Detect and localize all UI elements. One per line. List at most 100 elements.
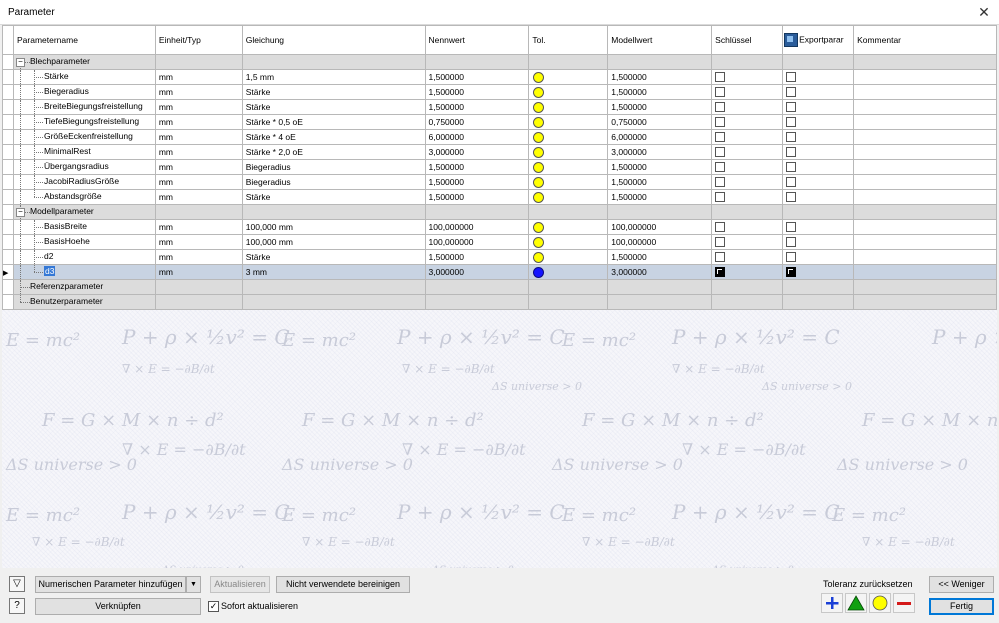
nominal-cell[interactable]: 1,500000 — [424, 84, 530, 100]
model-value-cell[interactable] — [607, 54, 713, 70]
model-value-cell[interactable]: 1,500000 — [607, 174, 713, 190]
parameter-name-cell[interactable]: Referenzparameter — [12, 279, 156, 295]
column-header-export[interactable]: Exportparar — [782, 25, 855, 55]
parameter-name-cell[interactable]: Biegeradius — [12, 84, 156, 100]
tolerance-cell[interactable] — [528, 204, 609, 220]
comment-cell[interactable] — [853, 54, 997, 70]
nominal-cell[interactable] — [424, 294, 530, 310]
model-value-cell[interactable] — [607, 204, 713, 220]
row-header[interactable] — [2, 54, 14, 70]
model-value-cell[interactable]: 1,500000 — [607, 84, 713, 100]
key-cell[interactable] — [711, 159, 784, 175]
row-header[interactable] — [2, 204, 14, 220]
tolerance-yellow-icon[interactable] — [533, 87, 545, 98]
row-header[interactable] — [2, 69, 14, 85]
key-cell[interactable] — [711, 84, 784, 100]
less-button[interactable]: << Weniger — [929, 576, 994, 593]
model-value-cell[interactable]: 6,000000 — [607, 129, 713, 145]
unit-cell[interactable]: mm — [154, 69, 243, 85]
unit-cell[interactable] — [154, 279, 243, 295]
nominal-cell[interactable]: 1,500000 — [424, 159, 530, 175]
export-checkbox[interactable] — [786, 147, 797, 158]
key-checkbox[interactable] — [715, 147, 726, 158]
purge-unused-button[interactable]: Nicht verwendete bereinigen — [276, 576, 410, 593]
export-checkbox[interactable] — [786, 162, 797, 173]
parameter-name-cell[interactable]: Abstandsgröße — [12, 189, 156, 205]
parameter-row[interactable]: BreiteBiegungsfreistellung mm Stärke 1,5000… — [2, 99, 997, 115]
column-header-comment[interactable]: Kommentar — [853, 25, 997, 55]
comment-cell[interactable] — [853, 204, 997, 220]
collapse-icon[interactable]: − — [15, 58, 25, 67]
parameter-name-cell[interactable]: GrößeEckenfreistellung — [12, 129, 156, 145]
parameter-name-edit[interactable]: d3 — [43, 266, 56, 276]
key-cell[interactable] — [711, 129, 784, 145]
column-header-unit[interactable]: Einheit/Typ — [154, 25, 243, 55]
column-header-equation[interactable]: Gleichung — [241, 25, 426, 55]
key-checkbox[interactable] — [715, 162, 726, 173]
key-cell[interactable] — [711, 99, 784, 115]
key-cell[interactable] — [711, 249, 784, 265]
row-header[interactable] — [2, 249, 14, 265]
model-value-cell[interactable]: 1,500000 — [607, 99, 713, 115]
comment-cell[interactable] — [853, 144, 997, 160]
help-icon[interactable]: ? — [9, 598, 25, 614]
comment-cell[interactable] — [853, 189, 997, 205]
parameter-row[interactable]: BasisBreite mm 100,000 mm 100,000000 100,000… — [2, 219, 997, 235]
equation-cell[interactable]: 100,000 mm — [241, 234, 426, 250]
unit-cell[interactable]: mm — [154, 234, 243, 250]
equation-cell[interactable]: Stärke * 0,5 oE — [241, 114, 426, 130]
parameter-name-cell[interactable]: BasisHoehe — [12, 234, 156, 250]
parameter-row[interactable]: ▶ d3 mm 3 mm 3,000000 3,000000 — [2, 264, 997, 280]
row-header[interactable] — [2, 189, 14, 205]
parameter-name-cell[interactable]: Stärke — [12, 69, 156, 85]
equation-cell[interactable]: 1,5 mm — [241, 69, 426, 85]
unit-cell[interactable]: mm — [154, 129, 243, 145]
tolerance-yellow-icon[interactable] — [533, 177, 545, 188]
tolerance-yellow-icon[interactable] — [533, 132, 545, 143]
export-cell[interactable] — [782, 114, 855, 130]
nominal-cell[interactable] — [424, 54, 530, 70]
key-cell[interactable] — [711, 174, 784, 190]
tolerance-upper-button[interactable] — [821, 593, 843, 613]
model-value-cell[interactable] — [607, 279, 713, 295]
parameter-name-cell[interactable]: TiefeBiegungsfreistellung — [12, 114, 156, 130]
comment-cell[interactable] — [853, 294, 997, 310]
equation-cell[interactable] — [241, 279, 426, 295]
tolerance-yellow-icon[interactable] — [533, 222, 545, 233]
row-header[interactable]: ▶ — [2, 264, 14, 280]
link-button[interactable]: Verknüpfen — [35, 598, 201, 615]
key-checkbox[interactable] — [715, 177, 726, 188]
nominal-cell[interactable]: 0,750000 — [424, 114, 530, 130]
tolerance-cell[interactable] — [528, 189, 609, 205]
key-checkbox[interactable] — [715, 252, 726, 263]
parameter-row[interactable]: MinimalRest mm Stärke * 2,0 oE 3,000000 3,00… — [2, 144, 997, 160]
parameter-row[interactable]: Stärke mm 1,5 mm 1,500000 1,500000 — [2, 69, 997, 85]
key-cell[interactable] — [711, 144, 784, 160]
equation-cell[interactable]: Stärke — [241, 84, 426, 100]
row-header[interactable] — [2, 174, 14, 190]
row-header[interactable] — [2, 99, 14, 115]
tolerance-cell[interactable] — [528, 219, 609, 235]
key-checkbox[interactable] — [715, 222, 726, 233]
equation-cell[interactable]: Biegeradius — [241, 174, 426, 190]
tolerance-cell[interactable] — [528, 159, 609, 175]
export-checkbox[interactable] — [786, 72, 797, 83]
column-header-tolerance[interactable]: Tol. — [528, 25, 609, 55]
export-cell[interactable] — [782, 84, 855, 100]
export-cell[interactable] — [782, 174, 855, 190]
unit-cell[interactable]: mm — [154, 159, 243, 175]
key-cell[interactable] — [711, 54, 784, 70]
equation-cell[interactable]: 3 mm — [241, 264, 426, 280]
export-checkbox[interactable] — [786, 117, 797, 128]
key-cell[interactable] — [711, 219, 784, 235]
row-header[interactable] — [2, 159, 14, 175]
done-button[interactable]: Fertig — [929, 598, 994, 615]
export-cell[interactable] — [782, 144, 855, 160]
export-cell[interactable] — [782, 294, 855, 310]
tolerance-yellow-icon[interactable] — [533, 162, 545, 173]
equation-cell[interactable] — [241, 204, 426, 220]
tolerance-cell[interactable] — [528, 174, 609, 190]
unit-cell[interactable]: mm — [154, 264, 243, 280]
parameter-name-cell[interactable]: BasisBreite — [12, 219, 156, 235]
parameter-row[interactable]: GrößeEckenfreistellung mm Stärke * 4 oE 6,0… — [2, 129, 997, 145]
